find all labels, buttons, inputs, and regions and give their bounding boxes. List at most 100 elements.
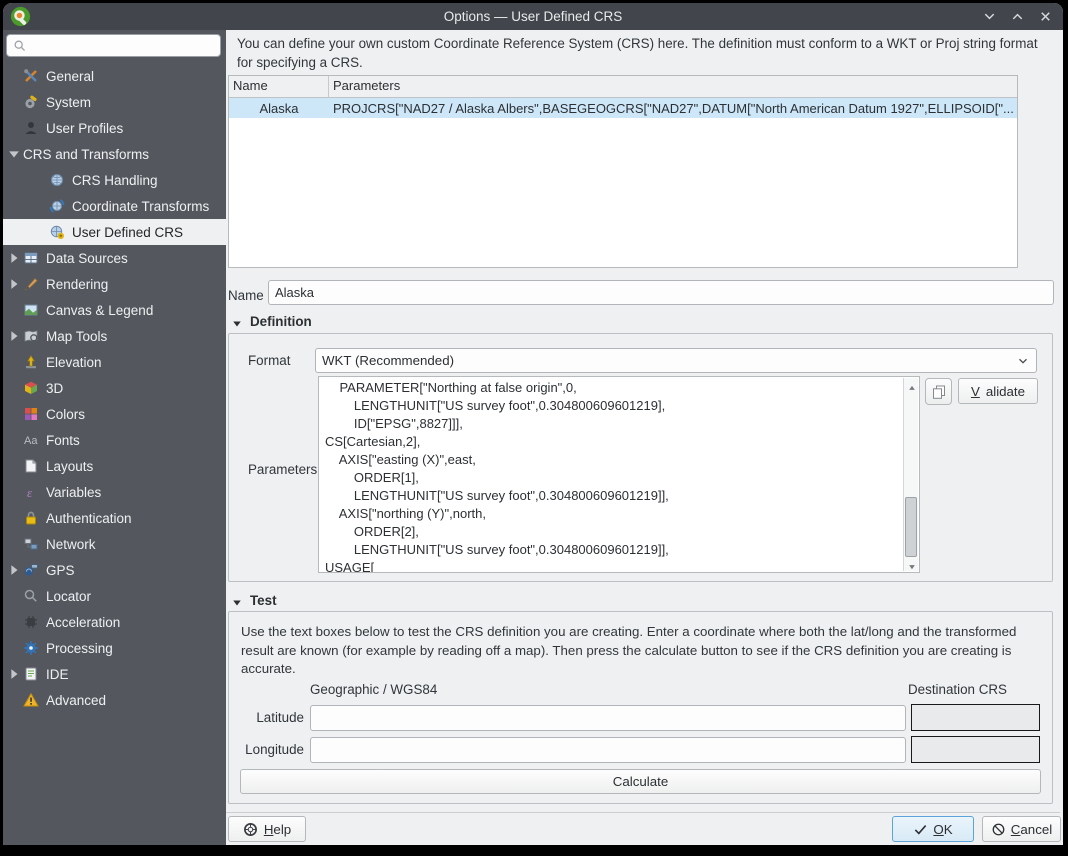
validate-button[interactable]: Validate xyxy=(958,378,1038,404)
column-header-parameters[interactable]: Parameters xyxy=(329,76,1017,97)
advanced-icon xyxy=(23,692,39,708)
locator-icon xyxy=(23,588,39,604)
scrollbar-thumb[interactable] xyxy=(905,497,917,557)
network-icon xyxy=(23,536,39,552)
sidebar-item-label: Processing xyxy=(46,640,113,656)
user-defined-crs-panel: You can define your own custom Coordinat… xyxy=(226,30,1063,845)
sidebar-item-advanced[interactable]: Advanced xyxy=(3,687,226,713)
name-label: Name xyxy=(228,288,264,303)
collapse-triangle-icon xyxy=(232,596,242,606)
latitude-input[interactable] xyxy=(310,705,906,731)
sidebar-item-map-tools[interactable]: Map Tools xyxy=(3,323,226,349)
data-sources-icon xyxy=(23,250,39,266)
calculate-button[interactable]: Calculate xyxy=(240,769,1041,794)
sidebar-item-processing[interactable]: Processing xyxy=(3,635,226,661)
sidebar-item-user-defined-crs[interactable]: User Defined CRS xyxy=(3,219,226,245)
cancel-icon xyxy=(991,822,1005,836)
help-button[interactable]: Help xyxy=(228,816,306,842)
sidebar-item-elevation[interactable]: Elevation xyxy=(3,349,226,375)
destination-crs-label: Destination CRS xyxy=(908,682,1007,697)
sidebar-item-ide[interactable]: IDE xyxy=(3,661,226,687)
sidebar-item-label: CRS Handling xyxy=(72,172,158,188)
sidebar-item-label: Acceleration xyxy=(46,614,121,630)
map-tools-icon xyxy=(23,328,39,344)
check-icon xyxy=(913,822,927,836)
expander-right-icon[interactable] xyxy=(5,251,23,265)
sidebar-item-fonts[interactable]: Aa Fonts xyxy=(3,427,226,453)
close-button[interactable] xyxy=(1038,9,1053,24)
svg-text:ε: ε xyxy=(27,485,33,500)
wkt-parameters-editor[interactable]: PARAMETER["Northing at false origin",0, … xyxy=(318,376,920,573)
wkt-vertical-scrollbar[interactable] xyxy=(903,378,918,571)
format-combobox[interactable]: WKT (Recommended) xyxy=(315,348,1037,373)
sidebar-item-label: User Profiles xyxy=(46,120,124,136)
longitude-input[interactable] xyxy=(310,737,906,763)
sidebar-item-label: CRS and Transforms xyxy=(23,146,150,162)
ok-button[interactable]: OK xyxy=(892,816,974,842)
sidebar-item-layouts[interactable]: Layouts xyxy=(3,453,226,479)
sidebar-item-label: User Defined CRS xyxy=(72,224,184,240)
crs-name-input[interactable] xyxy=(268,280,1054,305)
sidebar-item-canvas-legend[interactable]: Canvas & Legend xyxy=(3,297,226,323)
custom-crs-table[interactable]: Name Parameters Alaska PROJCRS["NAD27 / A… xyxy=(228,75,1018,268)
sidebar-item-general[interactable]: General xyxy=(3,63,226,89)
copy-icon xyxy=(931,384,947,400)
sidebar-item-network[interactable]: Network xyxy=(3,531,226,557)
scroll-down-icon[interactable] xyxy=(904,557,919,571)
footer-separator xyxy=(226,812,1060,813)
sidebar-item-user-profiles[interactable]: User Profiles xyxy=(3,115,226,141)
expander-right-icon[interactable] xyxy=(5,563,23,577)
fonts-icon: Aa xyxy=(23,432,39,448)
sidebar-item-label: Colors xyxy=(46,406,86,422)
search-input[interactable] xyxy=(27,35,220,56)
column-header-name[interactable]: Name xyxy=(229,76,329,97)
longitude-result-box xyxy=(911,736,1040,763)
crs-table-row[interactable]: Alaska PROJCRS["NAD27 / Alaska Albers",BA… xyxy=(229,98,1017,118)
sidebar-item-system[interactable]: System xyxy=(3,89,226,115)
sidebar-item-gps[interactable]: GPS xyxy=(3,557,226,583)
sidebar-item-authentication[interactable]: Authentication xyxy=(3,505,226,531)
sidebar-item-label: General xyxy=(46,68,95,84)
shade-button[interactable] xyxy=(982,9,997,24)
sidebar-item-crs-handling[interactable]: CRS Handling xyxy=(3,167,226,193)
sidebar-item-coordinate-transforms[interactable]: Coordinate Transforms xyxy=(3,193,226,219)
sidebar-item-label: Fonts xyxy=(46,432,80,448)
general-icon xyxy=(23,68,39,84)
sidebar-item-3d[interactable]: 3D xyxy=(3,375,226,401)
scroll-up-icon[interactable] xyxy=(904,378,919,392)
expander-right-icon[interactable] xyxy=(5,329,23,343)
expander-right-icon[interactable] xyxy=(5,277,23,291)
sidebar-item-acceleration[interactable]: Acceleration xyxy=(3,609,226,635)
test-section-header[interactable]: Test xyxy=(232,593,277,608)
sidebar-list: General System User Profiles CRS and Transf… xyxy=(3,63,226,713)
variables-icon: ε xyxy=(23,484,39,500)
expander-right-icon[interactable] xyxy=(5,667,23,681)
crs-row-parameters: PROJCRS["NAD27 / Alaska Albers",BASEGEOG… xyxy=(333,100,1014,116)
expander-down-icon[interactable] xyxy=(5,147,23,161)
user-profiles-icon xyxy=(23,120,39,136)
cancel-button[interactable]: Cancel xyxy=(982,816,1061,842)
sidebar-item-crs-and-transforms[interactable]: CRS and Transforms xyxy=(3,141,226,167)
sidebar-item-locator[interactable]: Locator xyxy=(3,583,226,609)
sidebar-item-data-sources[interactable]: Data Sources xyxy=(3,245,226,271)
sidebar-item-label: IDE xyxy=(46,666,69,682)
sidebar-item-label: System xyxy=(46,94,92,110)
coordinate-transforms-icon xyxy=(49,198,65,214)
sidebar-item-colors[interactable]: Colors xyxy=(3,401,226,427)
maximize-button[interactable] xyxy=(1010,9,1025,24)
format-value: WKT (Recommended) xyxy=(322,353,455,368)
copy-wkt-button[interactable] xyxy=(925,378,952,405)
settings-sidebar: General System User Profiles CRS and Transf… xyxy=(3,30,226,845)
sidebar-item-variables[interactable]: ε Variables xyxy=(3,479,226,505)
sidebar-item-label: Advanced xyxy=(46,692,107,708)
wkt-text[interactable]: PARAMETER["Northing at false origin",0, … xyxy=(325,379,899,572)
gps-icon xyxy=(23,562,39,578)
sidebar-item-rendering[interactable]: Rendering xyxy=(3,271,226,297)
definition-section-header[interactable]: Definition xyxy=(232,314,312,329)
canvas-legend-icon xyxy=(23,302,39,318)
